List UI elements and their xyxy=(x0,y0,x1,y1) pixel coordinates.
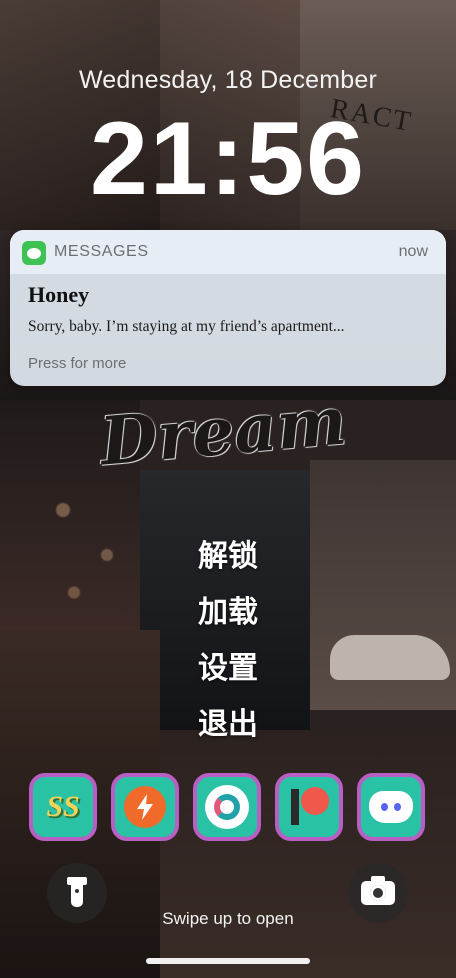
flashlight-icon xyxy=(67,877,87,907)
menu-item-settings[interactable]: 设置 xyxy=(0,652,456,708)
bolt-icon xyxy=(124,786,166,828)
home-indicator[interactable] xyxy=(146,958,310,964)
overlay-menu: 解锁 加载 设置 退出 xyxy=(0,540,456,764)
notification-header: MESSAGES now xyxy=(10,230,446,274)
menu-item-load[interactable]: 加载 xyxy=(0,596,456,652)
lockscreen-time: 21:56 xyxy=(90,101,366,217)
discord-icon[interactable] xyxy=(357,773,425,841)
notification-sender: Honey xyxy=(28,282,90,307)
notification-time: now xyxy=(398,243,428,260)
messages-icon xyxy=(22,241,46,265)
notification-app-name: MESSAGES xyxy=(54,243,149,260)
bolt-app-icon[interactable] xyxy=(111,773,179,841)
notification-hint: Press for more xyxy=(28,355,127,372)
patreon-icon[interactable] xyxy=(275,773,343,841)
notification-message: Sorry, baby. I’m staying at my friend’s … xyxy=(28,318,345,335)
wallpaper-tile xyxy=(160,730,456,978)
ring-icon xyxy=(205,785,249,829)
discord-logo xyxy=(369,791,413,823)
message-notification[interactable]: MESSAGES now Honey Sorry, baby. I’m stay… xyxy=(10,230,446,386)
swipe-hint: Swipe up to open xyxy=(162,909,294,928)
patreon-logo xyxy=(289,787,329,827)
lockscreen-date: Wednesday, 18 December xyxy=(78,66,378,94)
menu-item-unlock[interactable]: 解锁 xyxy=(0,540,456,596)
ring-app-icon[interactable] xyxy=(193,773,261,841)
app-dock: SS xyxy=(29,773,429,843)
camera-icon xyxy=(361,876,395,905)
ss-app-icon[interactable]: SS xyxy=(29,773,97,841)
menu-item-exit[interactable]: 退出 xyxy=(0,708,456,764)
ss-app-label: SS xyxy=(46,790,80,823)
